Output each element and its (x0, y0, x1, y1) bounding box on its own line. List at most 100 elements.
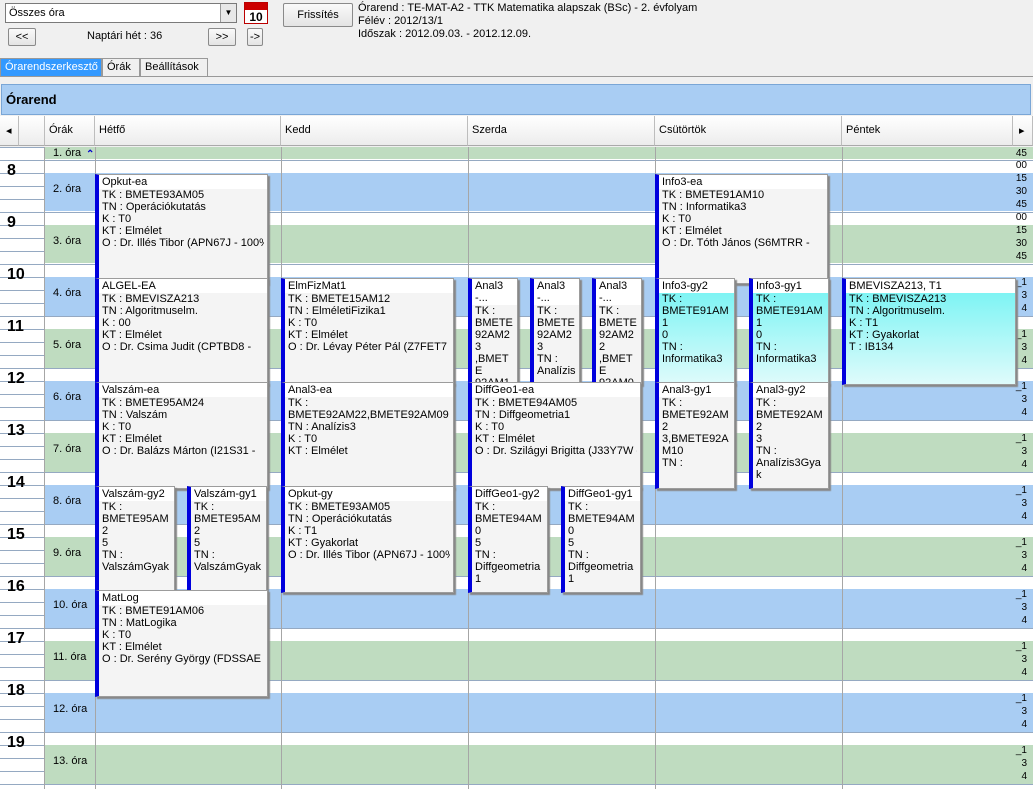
lesson-card[interactable]: ALGEL-EA TK : BMEVISZA213 TN : Algoritmuse… (95, 278, 268, 385)
lesson-card-line: K : T0 (102, 421, 132, 433)
lesson-card-line: KT : Elmélet (102, 329, 162, 341)
lesson-card[interactable]: Opkut-gy TK : BMETE93AM05 TN : Operációkut… (281, 486, 454, 593)
panel-header: Órarend (1, 84, 1031, 115)
forward-button[interactable]: -> (247, 28, 263, 46)
lesson-card[interactable]: BMEVISZA213, T1 TK : BMEVISZA213 TN : Algo… (842, 278, 1016, 385)
slot-label: 5. óra (45, 329, 95, 368)
minute-label: 4 (1021, 771, 1027, 782)
lesson-card[interactable]: Anal3-gy2 TK : BMETE92AM2 3 TN : Analízis3Gya… (749, 382, 829, 489)
refresh-button[interactable]: Frissítés (283, 3, 353, 27)
hour-label: 9 (7, 214, 16, 231)
lesson-card[interactable]: Opkut-ea TK : BMETE93AM05 TN : Operációkut… (95, 174, 268, 284)
prev-week-button[interactable]: << (8, 28, 36, 46)
lesson-card[interactable]: Info3-gy1 TK : BMETE91AM1 0 TN : Informatika3 (749, 278, 829, 385)
lesson-card[interactable]: Valszám-gy2 TK : BMETE95AM2 5 TN : ValszámGya… (95, 486, 175, 593)
lesson-card-title: Opkut-gy (285, 487, 453, 501)
hour-label: 15 (7, 526, 25, 543)
lesson-card[interactable]: Anal3-ea TK : BMETE92AM22,BMETE92AM09 TN : … (281, 382, 454, 489)
lesson-card-line: Diffgeometria1 (568, 561, 634, 585)
lesson-card-title: Anal3-gy1 (659, 383, 734, 397)
lesson-card-line: BMETE92AM22,BMETE92AM09 (288, 409, 449, 421)
lesson-card-title: Anal3-... (596, 279, 641, 305)
lesson-card[interactable]: Anal3-...TK :BMETE92AM23,BMETE92AM10 (468, 278, 518, 385)
lesson-card[interactable]: Anal3-... TK : BMETE 92AM23 TN : Analízis (530, 278, 580, 385)
minute-label: 3 (1021, 446, 1027, 457)
hour-label: 19 (7, 734, 25, 751)
lesson-card-line: TK : (756, 397, 777, 409)
minute-label: 4 (1021, 667, 1027, 678)
scroll-right-icon[interactable]: ▸ (1013, 116, 1033, 146)
lesson-card[interactable]: ElmFizMat1 TK : BMETE15AM12 TN : ElméletiF… (281, 278, 454, 385)
lesson-card-line: TK : (475, 501, 496, 513)
lesson-card-line: TK : (662, 397, 683, 409)
timetable-grid[interactable]: 1. óra 2. óra 3. óra 4. óra 5. óra 6. óra 7. ó… (0, 147, 1033, 789)
lesson-card-line: Analízis (537, 365, 576, 377)
lesson-card[interactable]: Info3-gy2 TK : BMETE91AM1 0 TN : Informatika3 (655, 278, 735, 385)
hour-label: 18 (7, 682, 25, 699)
lesson-card[interactable]: Valszám-ea TK : BMETE95AM24 TN : Valszám K … (95, 382, 268, 489)
collapse-up-icon[interactable]: ⌃ (86, 149, 94, 160)
minute-label: 3 (1021, 290, 1027, 301)
lesson-card-line: TN : ElméletiFizika1 (288, 305, 386, 317)
lesson-card[interactable]: DiffGeo1-gy2 TK : BMETE94AM0 5 TN : Diffgeome… (468, 486, 548, 593)
slot-row (95, 147, 1033, 159)
minute-label: _1 (1015, 381, 1027, 392)
lesson-card-line: TN : (756, 445, 777, 457)
lesson-card-line: TK : (599, 305, 620, 317)
minute-label: _1 (1015, 485, 1027, 496)
lesson-card-line: BMETE (537, 317, 575, 329)
lesson-card-title: Info3-ea (659, 175, 827, 189)
lesson-card-line: KT : Elmélet (102, 433, 162, 445)
lesson-card-title: BMEVISZA213, T1 (846, 279, 1015, 293)
col-friday: Péntek (842, 116, 1013, 146)
tab-lessons[interactable]: Órák (102, 58, 140, 76)
lesson-card-line: O : Dr. Szilágyi Brigitta (J33Y7W - (475, 445, 637, 457)
lesson-card[interactable]: Anal3-...TK :BMETE92AM22,BMETE92AM09 (592, 278, 642, 385)
minute-label: 4 (1021, 563, 1027, 574)
lesson-card[interactable]: MatLog TK : BMETE91AM06 TN : MatLogika K : … (95, 590, 268, 697)
lesson-card-title: DiffGeo1-gy1 (565, 487, 640, 501)
minute-label: 3 (1021, 342, 1027, 353)
lesson-card-line: KT : Elmélet (288, 445, 348, 457)
lesson-card-line: ValszámGyak (102, 561, 170, 573)
lesson-card-line: KT : Gyakorlat (288, 537, 359, 549)
semester-info: Félév : 2012/13/1 (358, 15, 444, 27)
col-thursday: Csütörtök (655, 116, 842, 146)
tab-settings[interactable]: Beállítások (140, 58, 208, 76)
chevron-down-icon[interactable]: ▼ (220, 4, 236, 22)
lesson-card[interactable]: Anal3-gy1 TK : BMETE92AM2 3,BMETE92A M10 TN : (655, 382, 735, 489)
lesson-card-line: TN : MatLogika (102, 617, 177, 629)
tab-timetable-editor[interactable]: Órarendszerkesztő (0, 58, 102, 76)
calendar-icon[interactable]: 10 (244, 2, 268, 24)
grid-line (842, 147, 843, 789)
lesson-card-line: Diffgeometria1 (475, 561, 541, 585)
lesson-card-line: K : T1 (288, 525, 318, 537)
lesson-card[interactable]: Info3-ea TK : BMETE91AM10 TN : Informatika… (655, 174, 828, 284)
lesson-card-line: TK : BMETE93AM05 (288, 501, 391, 513)
lesson-card-line: TK : BMETE91AM06 (102, 605, 205, 617)
lesson-filter-value: Összes óra (9, 7, 65, 19)
minute-label: 4 (1021, 511, 1027, 522)
lesson-card-line: TK : (756, 293, 777, 305)
lesson-card-title: Opkut-ea (99, 175, 267, 189)
minute-label: _1 (1015, 745, 1027, 756)
scroll-left-icon[interactable]: ◂ (0, 116, 19, 146)
next-week-button[interactable]: >> (208, 28, 236, 46)
lesson-card[interactable]: Valszám-gy1 TK : BMETE95AM2 5 TN : ValszámGya… (187, 486, 267, 593)
lesson-card-line: 92AM22 (599, 329, 634, 353)
lesson-card-line: O : Dr. Lévay Péter Pál (Z7FET7 - (288, 341, 450, 353)
slot-label: 4. óra (45, 277, 95, 316)
col-monday: Hétfő (95, 116, 281, 146)
lesson-card[interactable]: DiffGeo1-ea TK : BMETE94AM05 TN : Diffgeom… (468, 382, 641, 489)
hour-label: 17 (7, 630, 25, 647)
lesson-card-line: TN : Informatika3 (662, 201, 747, 213)
lesson-card[interactable]: DiffGeo1-gy1 TK : BMETE94AM0 5 TN : Diffgeome… (561, 486, 641, 593)
lesson-card-title: Anal3-... (534, 279, 579, 305)
lesson-card-line: TN : (756, 341, 777, 353)
lesson-card-line: K : T1 (849, 317, 879, 329)
lesson-filter-select[interactable]: Összes óra ▼ (5, 3, 237, 23)
lesson-card-line: O : Dr. Illés Tibor (APN67J - 100%) (102, 237, 264, 249)
lesson-card-title: DiffGeo1-ea (472, 383, 640, 397)
lesson-card-title: Anal3-... (472, 279, 517, 305)
lesson-card-line: Informatika3 (662, 353, 723, 365)
